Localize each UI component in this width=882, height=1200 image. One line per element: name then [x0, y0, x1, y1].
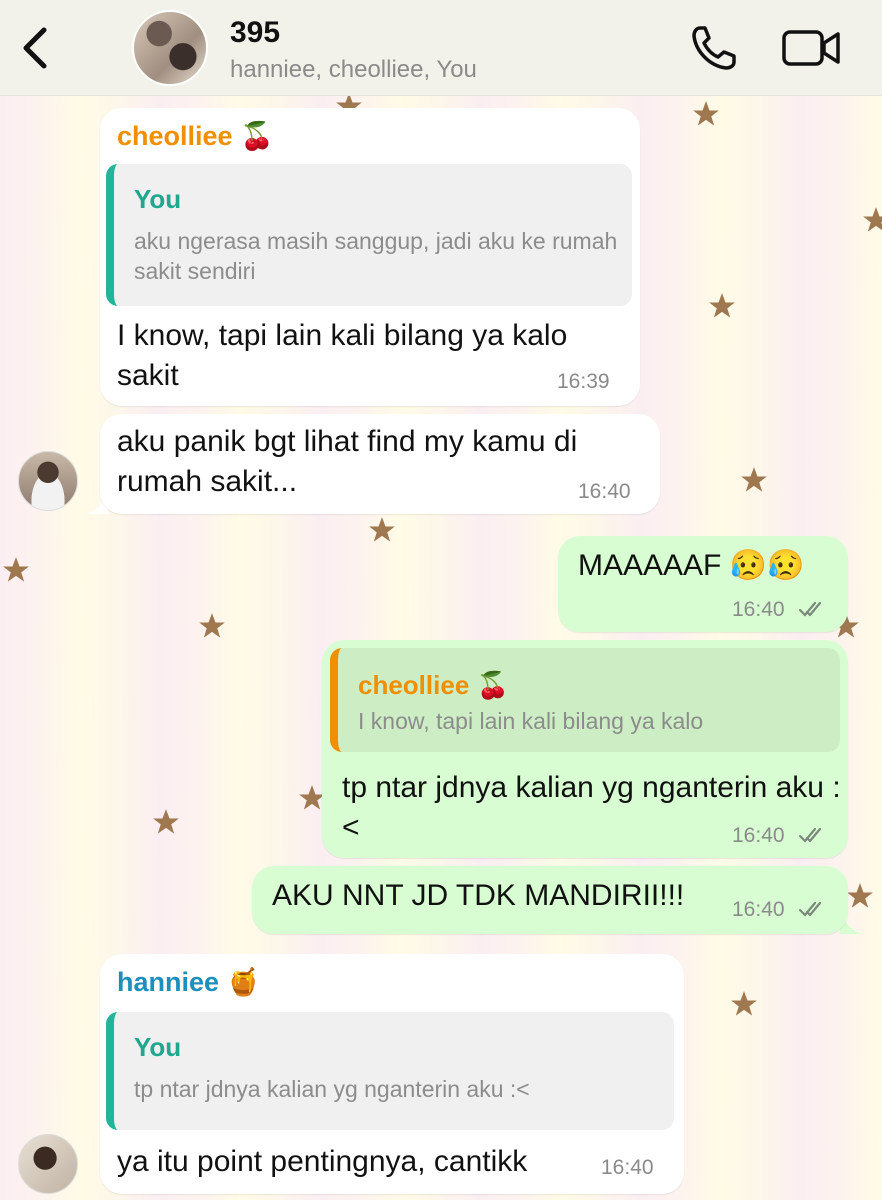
- star-icon: [153, 809, 179, 834]
- message-text: aku panik bgt lihat find my kamu di ruma…: [117, 425, 578, 498]
- group-members[interactable]: hanniee, cheolliee, You: [230, 56, 477, 84]
- star-icon: [3, 557, 29, 582]
- sender-name[interactable]: hanniee 🍯: [117, 966, 260, 998]
- message-time: 16:40: [732, 598, 785, 621]
- double-check-icon: [798, 601, 822, 617]
- video-call-icon[interactable]: [782, 26, 842, 70]
- group-title[interactable]: 395: [230, 16, 280, 50]
- sender-avatar[interactable]: [18, 451, 78, 511]
- message-time: 16:40: [578, 480, 631, 503]
- message-bubble[interactable]: aku panik bgt lihat find my kamu di ruma…: [100, 414, 660, 514]
- quote-text: tp ntar jdnya kalian yg nganterin aku :<: [134, 1076, 530, 1102]
- back-chevron-icon[interactable]: [18, 26, 58, 70]
- double-check-icon: [798, 827, 822, 843]
- message-bubble[interactable]: AKU NNT JD TDK MANDIRII!!! 16:40: [252, 866, 848, 934]
- message-time: 16:40: [732, 824, 785, 847]
- group-avatar[interactable]: [132, 10, 208, 86]
- sender-name[interactable]: cheolliee 🍒: [117, 120, 274, 152]
- message-time: 16:40: [732, 898, 785, 921]
- star-icon: [731, 991, 757, 1016]
- message-text: MAAAAAF 😥😥: [578, 549, 805, 582]
- chat-header: 395 hanniee, cheolliee, You: [0, 0, 882, 96]
- quoted-message[interactable]: You aku ngerasa masih sanggup, jadi aku …: [106, 164, 632, 306]
- star-icon: [709, 293, 735, 318]
- quoted-message[interactable]: You tp ntar jdnya kalian yg nganterin ak…: [106, 1012, 674, 1130]
- message-bubble[interactable]: cheolliee 🍒 You aku ngerasa masih sanggu…: [100, 108, 640, 406]
- quote-text: aku ngerasa masih sanggup, jadi aku ke r…: [134, 228, 618, 284]
- star-icon: [863, 207, 882, 232]
- phone-icon[interactable]: [690, 24, 738, 72]
- star-icon: [199, 613, 225, 638]
- star-icon: [369, 517, 395, 542]
- star-icon: [847, 883, 873, 908]
- message-time: 16:40: [601, 1156, 654, 1179]
- message-text: ya itu point pentingnya, cantikk: [117, 1145, 528, 1178]
- star-icon: [741, 467, 767, 492]
- sender-avatar[interactable]: [18, 1134, 78, 1194]
- message-bubble[interactable]: hanniee 🍯 You tp ntar jdnya kalian yg ng…: [100, 954, 684, 1194]
- quote-sender: You: [134, 1032, 182, 1062]
- message-time: 16:39: [557, 370, 610, 393]
- message-text: AKU NNT JD TDK MANDIRII!!!: [272, 879, 685, 912]
- quote-sender: cheolliee 🍒: [358, 670, 509, 700]
- double-check-icon: [798, 901, 822, 917]
- star-icon: [693, 101, 719, 126]
- message-bubble[interactable]: MAAAAAF 😥😥 16:40: [558, 536, 848, 632]
- message-bubble[interactable]: cheolliee 🍒 I know, tapi lain kali bilan…: [322, 640, 848, 858]
- quote-text: I know, tapi lain kali bilang ya kalo: [358, 708, 704, 734]
- message-text: I know, tapi lain kali bilang ya kalo sa…: [117, 319, 568, 392]
- quote-sender: You: [134, 184, 182, 214]
- quoted-message[interactable]: cheolliee 🍒 I know, tapi lain kali bilan…: [330, 648, 840, 752]
